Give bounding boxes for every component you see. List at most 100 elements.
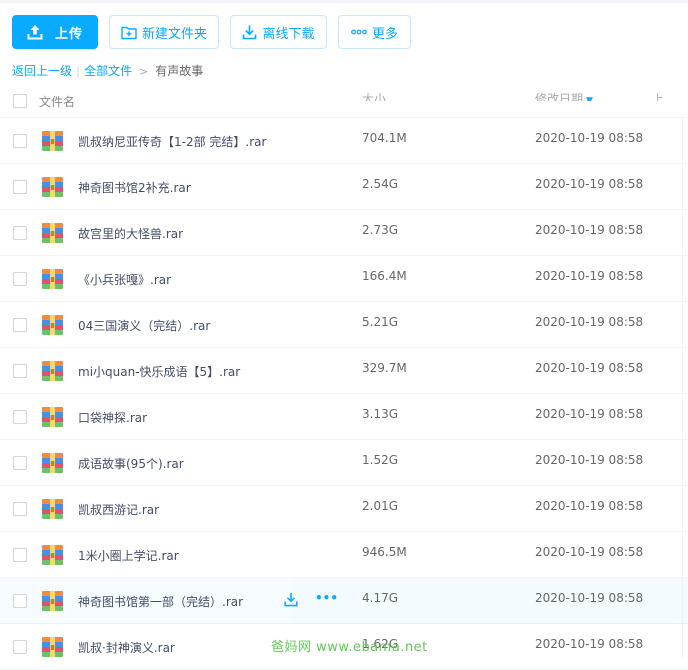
file-modified-date: 2020-10-19 08:58 [535,499,644,513]
header-extra: 上 [652,85,664,101]
rar-archive-icon [42,453,63,473]
table-row[interactable]: 神奇图书馆2补充.rar 2.54G 2020-10-19 08:58 [0,164,688,210]
table-row[interactable]: 04三国演义（完结）.rar 5.21G 2020-10-19 08:58 [0,302,688,348]
file-modified-date: 2020-10-19 08:58 [535,453,644,467]
row-checkbox[interactable] [13,364,27,378]
new-folder-label: 新建文件夹 [141,26,207,42]
row-more-icon[interactable]: ••• [315,591,338,605]
file-modified-date: 2020-10-19 08:58 [535,545,644,559]
rar-archive-icon [42,223,63,243]
file-name[interactable]: 凯叔·封神演义.rar [78,639,175,656]
file-size: 4.17G [362,591,399,605]
file-size: 2.73G [362,223,399,237]
upload-label: 上传 [54,26,83,42]
file-name[interactable]: 1米小圈上学记.rar [78,547,179,564]
breadcrumb-back-link[interactable]: 返回上一级 [12,64,72,78]
row-checkbox[interactable] [13,272,27,286]
rar-archive-icon [42,499,63,519]
file-name[interactable]: 神奇图书馆2补充.rar [78,179,191,196]
table-row[interactable]: 故宫里的大怪兽.rar 2.73G 2020-10-19 08:58 [0,210,688,256]
row-checkbox[interactable] [13,594,27,608]
row-checkbox[interactable] [13,410,27,424]
file-name[interactable]: mi小quan-快乐成语【5】.rar [78,363,240,380]
row-checkbox[interactable] [13,134,27,148]
table-row[interactable]: 1米小圈上学记.rar 946.5M 2020-10-19 08:58 [0,532,688,578]
breadcrumb-all-files-link[interactable]: 全部文件 [84,64,132,78]
file-size: 329.7M [362,361,407,375]
more-button[interactable]: 更多 [338,15,411,49]
file-name[interactable]: 神奇图书馆第一部（完结）.rar [78,593,243,610]
file-modified-date: 2020-10-19 08:58 [535,315,644,329]
file-list: 凯叔纳尼亚传奇【1-2部 完结】.rar 704.1M 2020-10-19 0… [0,118,688,670]
scrollbar-track[interactable] [682,118,683,658]
breadcrumb-separator: | [76,64,81,78]
file-modified-date: 2020-10-19 08:58 [535,591,644,605]
rar-archive-icon [42,591,63,611]
file-modified-date: 2020-10-19 08:58 [535,223,644,237]
breadcrumb-arrow: > [139,65,149,78]
file-name[interactable]: 凯叔纳尼亚传奇【1-2部 完结】.rar [78,133,266,150]
file-modified-date: 2020-10-19 08:58 [535,361,644,375]
file-name[interactable]: 《小兵张嘎》.rar [78,271,171,288]
rar-archive-icon [42,361,63,381]
file-modified-date: 2020-10-19 08:58 [535,269,644,283]
row-checkbox[interactable] [13,502,27,516]
row-checkbox[interactable] [13,640,27,654]
rar-archive-icon [42,315,63,335]
rar-archive-icon [42,131,63,151]
table-row[interactable]: mi小quan-快乐成语【5】.rar 329.7M 2020-10-19 08… [0,348,688,394]
file-size: 2.01G [362,499,399,513]
file-name[interactable]: 故宫里的大怪兽.rar [78,225,183,242]
header-file-name[interactable]: 文件名 [39,93,75,110]
table-row[interactable]: 口袋神探.rar 3.13G 2020-10-19 08:58 [0,394,688,440]
top-divider [0,0,688,3]
file-size: 1.52G [362,453,399,467]
new-folder-button[interactable]: 新建文件夹 [109,15,219,49]
rar-archive-icon [42,637,63,657]
file-size: 3.13G [362,407,399,421]
table-row[interactable]: 神奇图书馆第一部（完结）.rar 4.17G 2020-10-19 08:58 … [0,578,688,624]
rar-archive-icon [42,177,63,197]
table-row[interactable]: 《小兵张嘎》.rar 166.4M 2020-10-19 08:58 [0,256,688,302]
file-name[interactable]: 04三国演义（完结）.rar [78,317,210,334]
file-size: 5.21G [362,315,399,329]
file-modified-date: 2020-10-19 08:58 [535,637,644,651]
file-name[interactable]: 凯叔西游记.rar [78,501,159,518]
select-all-checkbox[interactable] [13,94,27,108]
file-modified-date: 2020-10-19 08:58 [535,407,644,421]
offline-download-button[interactable]: 离线下载 [230,15,327,49]
header-size-label: 大小 [362,92,387,101]
file-size: 2.54G [362,177,399,191]
row-download-icon[interactable] [284,592,298,607]
more-label: 更多 [371,26,398,42]
header-modified-date[interactable]: 修改日期 ▼ [535,85,593,101]
rar-archive-icon [42,545,63,565]
upload-button[interactable]: 上传 [12,15,98,49]
file-size: 704.1M [362,131,407,145]
header-extra-label: 上 [652,92,665,101]
file-list-header: 文件名 大小 修改日期 ▼ 上 [0,85,688,118]
file-name[interactable]: 口袋神探.rar [78,409,147,426]
row-checkbox[interactable] [13,180,27,194]
table-row[interactable]: 凯叔纳尼亚传奇【1-2部 完结】.rar 704.1M 2020-10-19 0… [0,118,688,164]
header-size[interactable]: 大小 [362,85,386,101]
file-name[interactable]: 成语故事(95个).rar [78,455,184,472]
file-size: 166.4M [362,269,407,283]
rar-archive-icon [42,407,63,427]
table-row[interactable]: 凯叔西游记.rar 2.01G 2020-10-19 08:58 [0,486,688,532]
download-icon [242,24,257,40]
upload-icon [27,24,43,40]
header-date-label: 修改日期 [535,92,584,101]
offline-download-label: 离线下载 [262,26,315,42]
row-checkbox[interactable] [13,548,27,562]
watermark: 爸妈网 www.ebama.net [271,640,428,655]
row-checkbox[interactable] [13,226,27,240]
table-row[interactable]: 成语故事(95个).rar 1.52G 2020-10-19 08:58 [0,440,688,486]
file-modified-date: 2020-10-19 08:58 [535,177,644,191]
rar-archive-icon [42,269,63,289]
row-checkbox[interactable] [13,456,27,470]
file-size: 946.5M [362,545,407,559]
sort-arrow-icon: ▼ [586,96,593,101]
row-checkbox[interactable] [13,318,27,332]
file-modified-date: 2020-10-19 08:58 [535,131,644,145]
